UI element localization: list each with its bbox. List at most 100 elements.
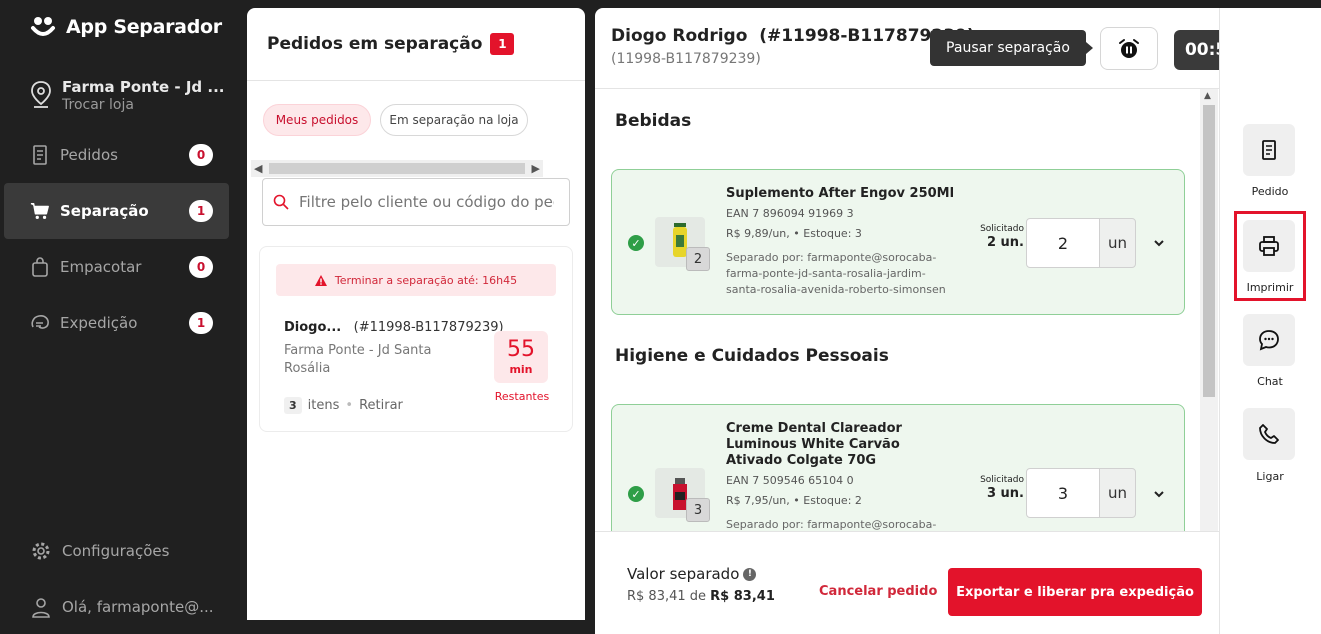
orders-header: Pedidos em separação 1 — [247, 8, 585, 81]
app-title: App Separador — [66, 16, 222, 38]
product-ean: EAN 7 509546 65104 0 — [726, 474, 854, 487]
order-code: (#11998-B117879239) — [353, 320, 504, 335]
value-separated: R$ 83,41 de — [627, 589, 711, 604]
warning-icon — [314, 274, 327, 286]
value-amount: R$ 83,41 de R$ 83,41 — [627, 589, 775, 604]
call-button[interactable] — [1243, 408, 1295, 460]
horizontal-scrollbar[interactable]: ◀ ▶ — [251, 160, 543, 177]
value-total: R$ 83,41 — [710, 589, 775, 604]
nav-label: Pedidos — [60, 146, 118, 164]
user-icon — [32, 598, 50, 618]
product-name: Creme Dental Clareador Luminous White Ca… — [726, 421, 902, 468]
call-label: Ligar — [1256, 470, 1284, 483]
nav-item-separacao[interactable]: Separação 1 — [4, 183, 229, 239]
chat-button[interactable] — [1243, 314, 1295, 366]
value-label-text: Valor separado — [627, 565, 740, 583]
scroll-right-icon[interactable]: ▶ — [532, 160, 540, 177]
handoff-icon — [30, 313, 50, 333]
sidebar: App Separador Farma Ponte - Jd ... Troca… — [0, 0, 247, 634]
search-input[interactable] — [299, 193, 554, 211]
items-scroll-area[interactable]: Bebidas ✓ 2 Suplemento After Engov 250Ml… — [595, 89, 1201, 531]
nav-badge: 1 — [189, 200, 213, 222]
product-item: ✓ 2 Suplemento After Engov 250Ml EAN 7 8… — [611, 169, 1185, 315]
export-release-button[interactable]: Exportar e liberar pra expedição — [948, 568, 1202, 616]
unit-label: un — [1099, 218, 1136, 268]
print-button[interactable] — [1243, 220, 1295, 272]
change-store-link[interactable]: Trocar loja — [62, 97, 225, 113]
remaining-label: Restantes — [494, 390, 550, 403]
items-count: 3 — [284, 397, 302, 414]
order-action-button[interactable] — [1243, 124, 1295, 176]
tab-em-separacao-na-loja[interactable]: Em separação na loja — [380, 104, 528, 136]
scroll-left-icon[interactable]: ◀ — [254, 160, 262, 177]
cancel-order-button[interactable]: Cancelar pedido — [819, 584, 937, 599]
chevron-down-icon[interactable] — [1152, 487, 1166, 501]
items-label: itens — [307, 398, 340, 413]
nav-item-expedicao[interactable]: Expedição 1 — [4, 295, 229, 351]
requested-value: 2 un. — [986, 235, 1024, 250]
nav-badge: 1 — [189, 312, 213, 334]
remaining-minutes: 55 — [507, 337, 535, 362]
order-detail-panel: Diogo Rodrigo (#11998-B117879239) (11998… — [595, 8, 1295, 634]
order-items-info: 3 itens • Retirar — [284, 397, 403, 414]
app-logo-icon — [31, 17, 55, 36]
thumbnail-qty: 3 — [686, 498, 710, 522]
tab-meus-pedidos[interactable]: Meus pedidos — [263, 104, 371, 136]
info-icon[interactable]: ! — [743, 567, 757, 581]
scroll-up-icon[interactable]: ▲ — [1204, 91, 1211, 101]
nav-item-empacotar[interactable]: Empacotar 0 — [4, 239, 229, 295]
scrollbar-thumb[interactable] — [269, 163, 525, 174]
requested-label: Solicitado — [980, 224, 1024, 234]
receipt-icon — [1262, 140, 1276, 160]
chevron-down-icon[interactable] — [1152, 236, 1166, 250]
print-label: Imprimir — [1246, 281, 1294, 294]
nav-item-pedidos[interactable]: Pedidos 0 — [4, 127, 229, 183]
section-title: Higiene e Cuidados Pessoais — [615, 346, 889, 366]
quantity-input[interactable]: 2 — [1026, 218, 1100, 268]
chat-icon — [1259, 330, 1279, 351]
store-selector[interactable]: Farma Ponte - Jd ... Trocar loja — [30, 78, 225, 113]
nav-label: Expedição — [60, 314, 138, 332]
order-customer: Diogo... (#11998-B117879239) — [284, 320, 504, 335]
user-menu[interactable]: Olá, farmaponte@... — [30, 596, 214, 618]
customer-name: Diogo... — [284, 320, 342, 335]
product-price-stock: R$ 9,89/un, • Estoque: 3 — [726, 227, 862, 240]
pause-tooltip: Pausar separação — [930, 30, 1093, 66]
warning-text: Terminar a separação até: 16h45 — [334, 273, 518, 287]
separated-by: Separado por: farmaponte@sorocaba-farma-… — [726, 251, 946, 296]
vertical-scrollbar[interactable]: ▲ — [1200, 89, 1218, 531]
order-card[interactable]: Terminar a separação até: 16h45 Diogo...… — [259, 246, 573, 432]
product-price-stock: R$ 7,95/un, • Estoque: 2 — [726, 494, 862, 507]
phone-icon — [1259, 424, 1279, 444]
scrollbar-thumb[interactable] — [1203, 105, 1215, 397]
settings-label: Configurações — [62, 542, 170, 560]
delivery-type: Retirar — [359, 398, 403, 413]
orders-count-badge: 1 — [490, 33, 515, 55]
orders-panel: Pedidos em separação 1 Meus pedidos Em s… — [247, 8, 585, 620]
settings-link[interactable]: Configurações — [30, 540, 169, 562]
check-icon: ✓ — [628, 486, 644, 502]
minutes-unit: min — [509, 363, 533, 376]
order-action-label: Pedido — [1251, 185, 1289, 198]
product-item: ✓ 3 Creme Dental Clareador Luminous Whit… — [611, 404, 1185, 531]
separated-by: Separado por: farmaponte@sorocaba- — [726, 518, 937, 531]
detail-subtitle: (11998-B117879239) — [611, 51, 761, 67]
detail-title: Diogo Rodrigo (#11998-B117879239) — [611, 26, 975, 46]
chat-label: Chat — [1257, 375, 1283, 388]
pause-separation-button[interactable] — [1100, 27, 1158, 70]
actions-rail: Pedido Imprimir Chat Ligar — [1219, 8, 1321, 634]
search-icon — [273, 194, 289, 210]
quantity-input[interactable]: 3 — [1026, 468, 1100, 518]
cart-icon — [30, 201, 50, 221]
thumbnail-qty: 2 — [686, 247, 710, 271]
bag-icon — [30, 257, 50, 277]
deadline-warning: Terminar a separação até: 16h45 — [276, 264, 556, 296]
nav-label: Separação — [60, 202, 149, 220]
product-name: Suplemento After Engov 250Ml — [726, 186, 955, 201]
product-ean: EAN 7 896094 91969 3 — [726, 207, 854, 220]
search-box[interactable] — [262, 178, 570, 226]
value-label: Valor separado ! — [627, 565, 757, 583]
nav-badge: 0 — [189, 144, 213, 166]
gear-icon — [32, 542, 50, 560]
nav-badge: 0 — [189, 256, 213, 278]
